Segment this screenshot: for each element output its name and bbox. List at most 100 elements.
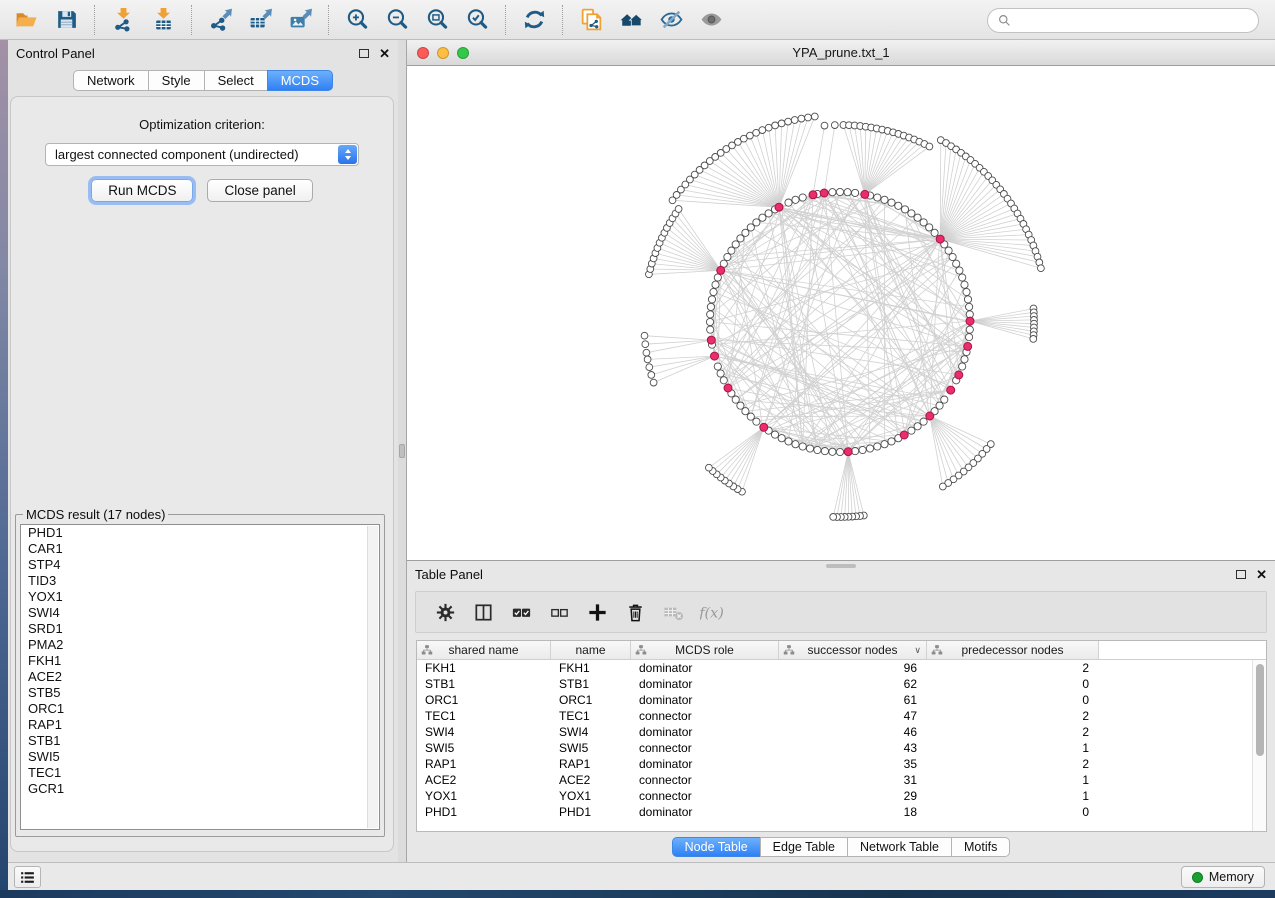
table-row[interactable]: TEC1TEC1connector472 bbox=[417, 708, 1266, 724]
cell-shared-name[interactable]: SWI5 bbox=[417, 740, 551, 756]
cell-shared-name[interactable]: ACE2 bbox=[417, 772, 551, 788]
cell-successor-nodes[interactable]: 35 bbox=[779, 756, 927, 772]
tab-node-table[interactable]: Node Table bbox=[672, 837, 761, 857]
mcds-result-item[interactable]: SWI4 bbox=[21, 605, 379, 621]
cell-successor-nodes[interactable]: 31 bbox=[779, 772, 927, 788]
mcds-result-item[interactable]: STB1 bbox=[21, 733, 379, 749]
mcds-result-item[interactable]: SRD1 bbox=[21, 621, 379, 637]
network-canvas[interactable] bbox=[407, 66, 1275, 559]
table-row[interactable]: YOX1YOX1connector291 bbox=[417, 788, 1266, 804]
tab-style[interactable]: Style bbox=[148, 70, 205, 91]
table-row[interactable]: ORC1ORC1dominator610 bbox=[417, 692, 1266, 708]
houses-button[interactable] bbox=[614, 4, 648, 36]
zoom-in-button[interactable] bbox=[340, 4, 374, 36]
table-scrollbar-thumb[interactable] bbox=[1256, 664, 1264, 756]
cell-mcds-role[interactable]: connector bbox=[631, 708, 779, 724]
eye-show-button[interactable] bbox=[694, 4, 728, 36]
table-scrollbar[interactable] bbox=[1252, 660, 1266, 831]
select-all-button[interactable] bbox=[504, 595, 538, 629]
table-row[interactable]: PHD1PHD1dominator180 bbox=[417, 804, 1266, 820]
float-panel-icon[interactable] bbox=[359, 49, 369, 58]
mcds-result-item[interactable]: TID3 bbox=[21, 573, 379, 589]
cell-name[interactable]: SWI5 bbox=[551, 740, 631, 756]
table-row[interactable]: STB1STB1dominator620 bbox=[417, 676, 1266, 692]
import-network-button[interactable] bbox=[106, 4, 140, 36]
cell-shared-name[interactable]: FKH1 bbox=[417, 660, 551, 676]
zoom-fit-button[interactable] bbox=[420, 4, 454, 36]
settings-button[interactable] bbox=[428, 595, 462, 629]
cell-predecessor-nodes[interactable]: 1 bbox=[927, 788, 1099, 804]
cell-mcds-role[interactable]: dominator bbox=[631, 756, 779, 772]
cell-name[interactable]: TEC1 bbox=[551, 708, 631, 724]
table-row[interactable]: RAP1RAP1dominator352 bbox=[417, 756, 1266, 772]
mcds-result-item[interactable]: ACE2 bbox=[21, 669, 379, 685]
table-panel-drag-handle[interactable] bbox=[826, 564, 856, 568]
mcds-result-item[interactable]: GCR1 bbox=[21, 781, 379, 797]
tab-select[interactable]: Select bbox=[204, 70, 268, 91]
window-close-button[interactable] bbox=[417, 47, 429, 59]
import-table-button[interactable] bbox=[146, 4, 180, 36]
cell-name[interactable]: RAP1 bbox=[551, 756, 631, 772]
cell-predecessor-nodes[interactable]: 2 bbox=[927, 708, 1099, 724]
cell-name[interactable]: PHD1 bbox=[551, 804, 631, 820]
add-row-button[interactable] bbox=[580, 595, 614, 629]
mcds-list-scrollbar[interactable] bbox=[367, 526, 378, 828]
table-row[interactable]: ACE2ACE2connector311 bbox=[417, 772, 1266, 788]
column-header-shared-name[interactable]: shared name bbox=[417, 641, 551, 659]
cell-predecessor-nodes[interactable]: 0 bbox=[927, 676, 1099, 692]
window-zoom-button[interactable] bbox=[457, 47, 469, 59]
zoom-selected-button[interactable] bbox=[460, 4, 494, 36]
tab-motifs[interactable]: Motifs bbox=[951, 837, 1010, 857]
cell-shared-name[interactable]: STB1 bbox=[417, 676, 551, 692]
cell-predecessor-nodes[interactable]: 2 bbox=[927, 724, 1099, 740]
close-table-panel-icon[interactable]: ✕ bbox=[1256, 568, 1267, 581]
cell-shared-name[interactable]: PHD1 bbox=[417, 804, 551, 820]
cell-mcds-role[interactable]: dominator bbox=[631, 660, 779, 676]
cell-name[interactable]: SWI4 bbox=[551, 724, 631, 740]
cell-shared-name[interactable]: TEC1 bbox=[417, 708, 551, 724]
cell-successor-nodes[interactable]: 43 bbox=[779, 740, 927, 756]
deselect-all-button[interactable] bbox=[542, 595, 576, 629]
mcds-result-item[interactable]: YOX1 bbox=[21, 589, 379, 605]
run-mcds-button[interactable]: Run MCDS bbox=[91, 179, 193, 202]
search-input[interactable] bbox=[1017, 13, 1248, 28]
optimization-criterion-select[interactable]: largest connected component (undirected) bbox=[45, 143, 359, 166]
copy-network-button[interactable] bbox=[574, 4, 608, 36]
eye-hide-button[interactable] bbox=[654, 4, 688, 36]
mcds-result-item[interactable]: PHD1 bbox=[21, 525, 379, 541]
cell-successor-nodes[interactable]: 61 bbox=[779, 692, 927, 708]
column-header-name[interactable]: name bbox=[551, 641, 631, 659]
save-session-button[interactable] bbox=[49, 4, 83, 36]
mcds-result-item[interactable]: TEC1 bbox=[21, 765, 379, 781]
cell-shared-name[interactable]: RAP1 bbox=[417, 756, 551, 772]
table-row[interactable]: SWI5SWI5connector431 bbox=[417, 740, 1266, 756]
cell-mcds-role[interactable]: connector bbox=[631, 740, 779, 756]
network-window-titlebar[interactable]: YPA_prune.txt_1 bbox=[407, 40, 1275, 66]
cell-successor-nodes[interactable]: 46 bbox=[779, 724, 927, 740]
cell-successor-nodes[interactable]: 96 bbox=[779, 660, 927, 676]
panel-splitter[interactable] bbox=[398, 40, 406, 862]
cell-successor-nodes[interactable]: 62 bbox=[779, 676, 927, 692]
export-image-button[interactable] bbox=[283, 4, 317, 36]
cell-mcds-role[interactable]: connector bbox=[631, 772, 779, 788]
mcds-result-item[interactable]: RAP1 bbox=[21, 717, 379, 733]
delete-row-button[interactable] bbox=[618, 595, 652, 629]
window-minimize-button[interactable] bbox=[437, 47, 449, 59]
mcds-result-item[interactable]: PMA2 bbox=[21, 637, 379, 653]
refresh-button[interactable] bbox=[517, 4, 551, 36]
cell-mcds-role[interactable]: dominator bbox=[631, 676, 779, 692]
mcds-result-list[interactable]: PHD1CAR1STP4TID3YOX1SWI4SRD1PMA2FKH1ACE2… bbox=[20, 524, 380, 830]
export-network-button[interactable] bbox=[203, 4, 237, 36]
cell-mcds-role[interactable]: connector bbox=[631, 788, 779, 804]
mcds-result-item[interactable]: CAR1 bbox=[21, 541, 379, 557]
cell-successor-nodes[interactable]: 18 bbox=[779, 804, 927, 820]
cell-predecessor-nodes[interactable]: 2 bbox=[927, 660, 1099, 676]
mcds-result-item[interactable]: SWI5 bbox=[21, 749, 379, 765]
mcds-result-item[interactable]: STB5 bbox=[21, 685, 379, 701]
cell-name[interactable]: ACE2 bbox=[551, 772, 631, 788]
mcds-result-item[interactable]: STP4 bbox=[21, 557, 379, 573]
export-table-button[interactable] bbox=[243, 4, 277, 36]
cell-name[interactable]: YOX1 bbox=[551, 788, 631, 804]
tab-edge-table[interactable]: Edge Table bbox=[760, 837, 848, 857]
cell-predecessor-nodes[interactable]: 1 bbox=[927, 772, 1099, 788]
